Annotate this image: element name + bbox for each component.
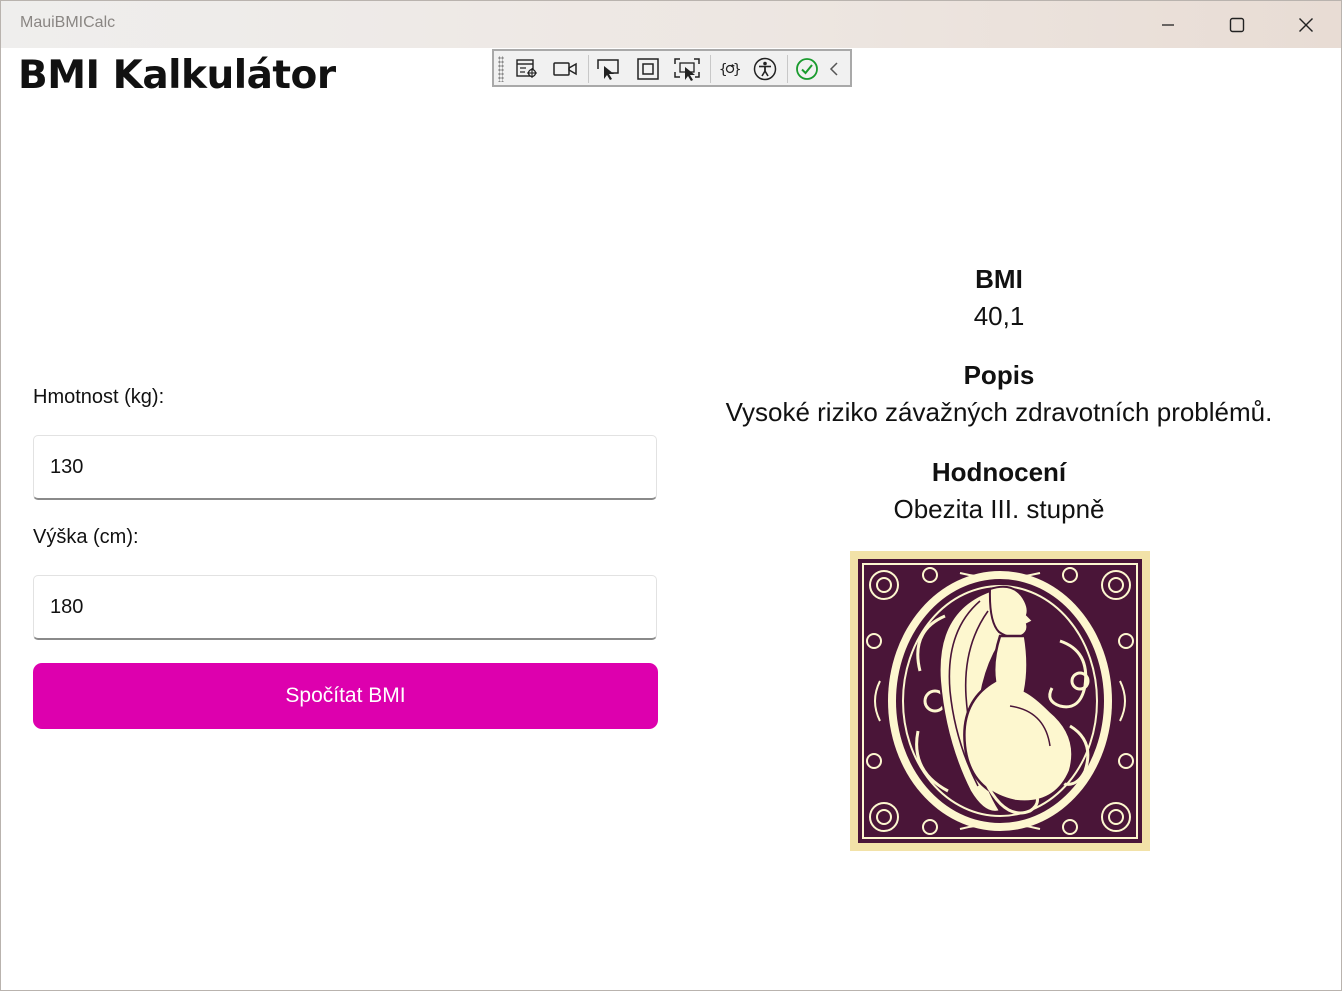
accessibility-icon: [753, 57, 777, 81]
toolbar-separator: [710, 55, 711, 83]
bmi-category-illustration: [850, 551, 1150, 851]
track-focused-element-icon: [674, 58, 700, 81]
minimize-icon: [1162, 23, 1174, 26]
app-window: MauiBMICalc BMI Kalkulátor {} Hmotnost …: [0, 0, 1342, 991]
rating-value: Obezita III. stupně: [893, 494, 1105, 524]
title-bar[interactable]: MauiBMICalc: [1, 1, 1341, 48]
weight-field[interactable]: [33, 435, 657, 500]
live-visual-tree-icon: [516, 59, 537, 78]
description-heading: Popis: [963, 360, 1035, 390]
rating-heading: Hodnocení: [931, 457, 1067, 487]
bmi-heading: BMI: [975, 264, 1023, 294]
maximize-button[interactable]: [1203, 1, 1271, 48]
window-title: MauiBMICalc: [20, 14, 116, 31]
collapse-chevron-icon: [829, 62, 838, 76]
toolbar-grip[interactable]: [498, 56, 504, 82]
select-element-icon: [597, 59, 619, 80]
track-focused-element-button[interactable]: [672, 55, 702, 83]
live-visual-tree-button[interactable]: [512, 55, 542, 83]
hot-reload-icon: { }: [719, 62, 741, 78]
weight-label: Hmotnost (kg):: [33, 386, 165, 408]
select-element-button[interactable]: [593, 55, 623, 83]
collapse-toolbar-button[interactable]: [824, 55, 844, 83]
maximize-icon: [1229, 17, 1245, 32]
height-field[interactable]: [33, 575, 657, 640]
svg-text:}: }: [733, 62, 741, 78]
toolbar-separator: [588, 55, 589, 83]
description-value: Vysoké riziko závažných zdravotních prob…: [725, 397, 1273, 427]
calculate-bmi-button[interactable]: Spočítat BMI: [33, 663, 658, 729]
checked-icon: [796, 58, 818, 80]
record-icon: [553, 62, 577, 76]
height-input[interactable]: [34, 576, 656, 638]
toolbar-separator: [787, 55, 788, 83]
display-layout-adorners-button[interactable]: [633, 55, 663, 83]
hot-reload-button[interactable]: { }: [715, 55, 745, 83]
record-button[interactable]: [550, 55, 580, 83]
xaml-debug-toolbar: { }: [492, 49, 852, 87]
bmi-value: 40,1: [973, 301, 1025, 331]
status-check-button[interactable]: [792, 55, 822, 83]
page-title: BMI Kalkulátor: [18, 53, 336, 98]
display-layout-adorners-icon: [637, 58, 659, 80]
weight-input[interactable]: [34, 436, 656, 498]
accessibility-checker-button[interactable]: [750, 55, 780, 83]
minimize-button[interactable]: [1134, 1, 1202, 48]
calculate-bmi-label: Spočítat BMI: [285, 684, 406, 707]
close-icon: [1299, 17, 1313, 32]
height-label: Výška (cm):: [33, 526, 139, 548]
close-button[interactable]: [1272, 1, 1340, 48]
